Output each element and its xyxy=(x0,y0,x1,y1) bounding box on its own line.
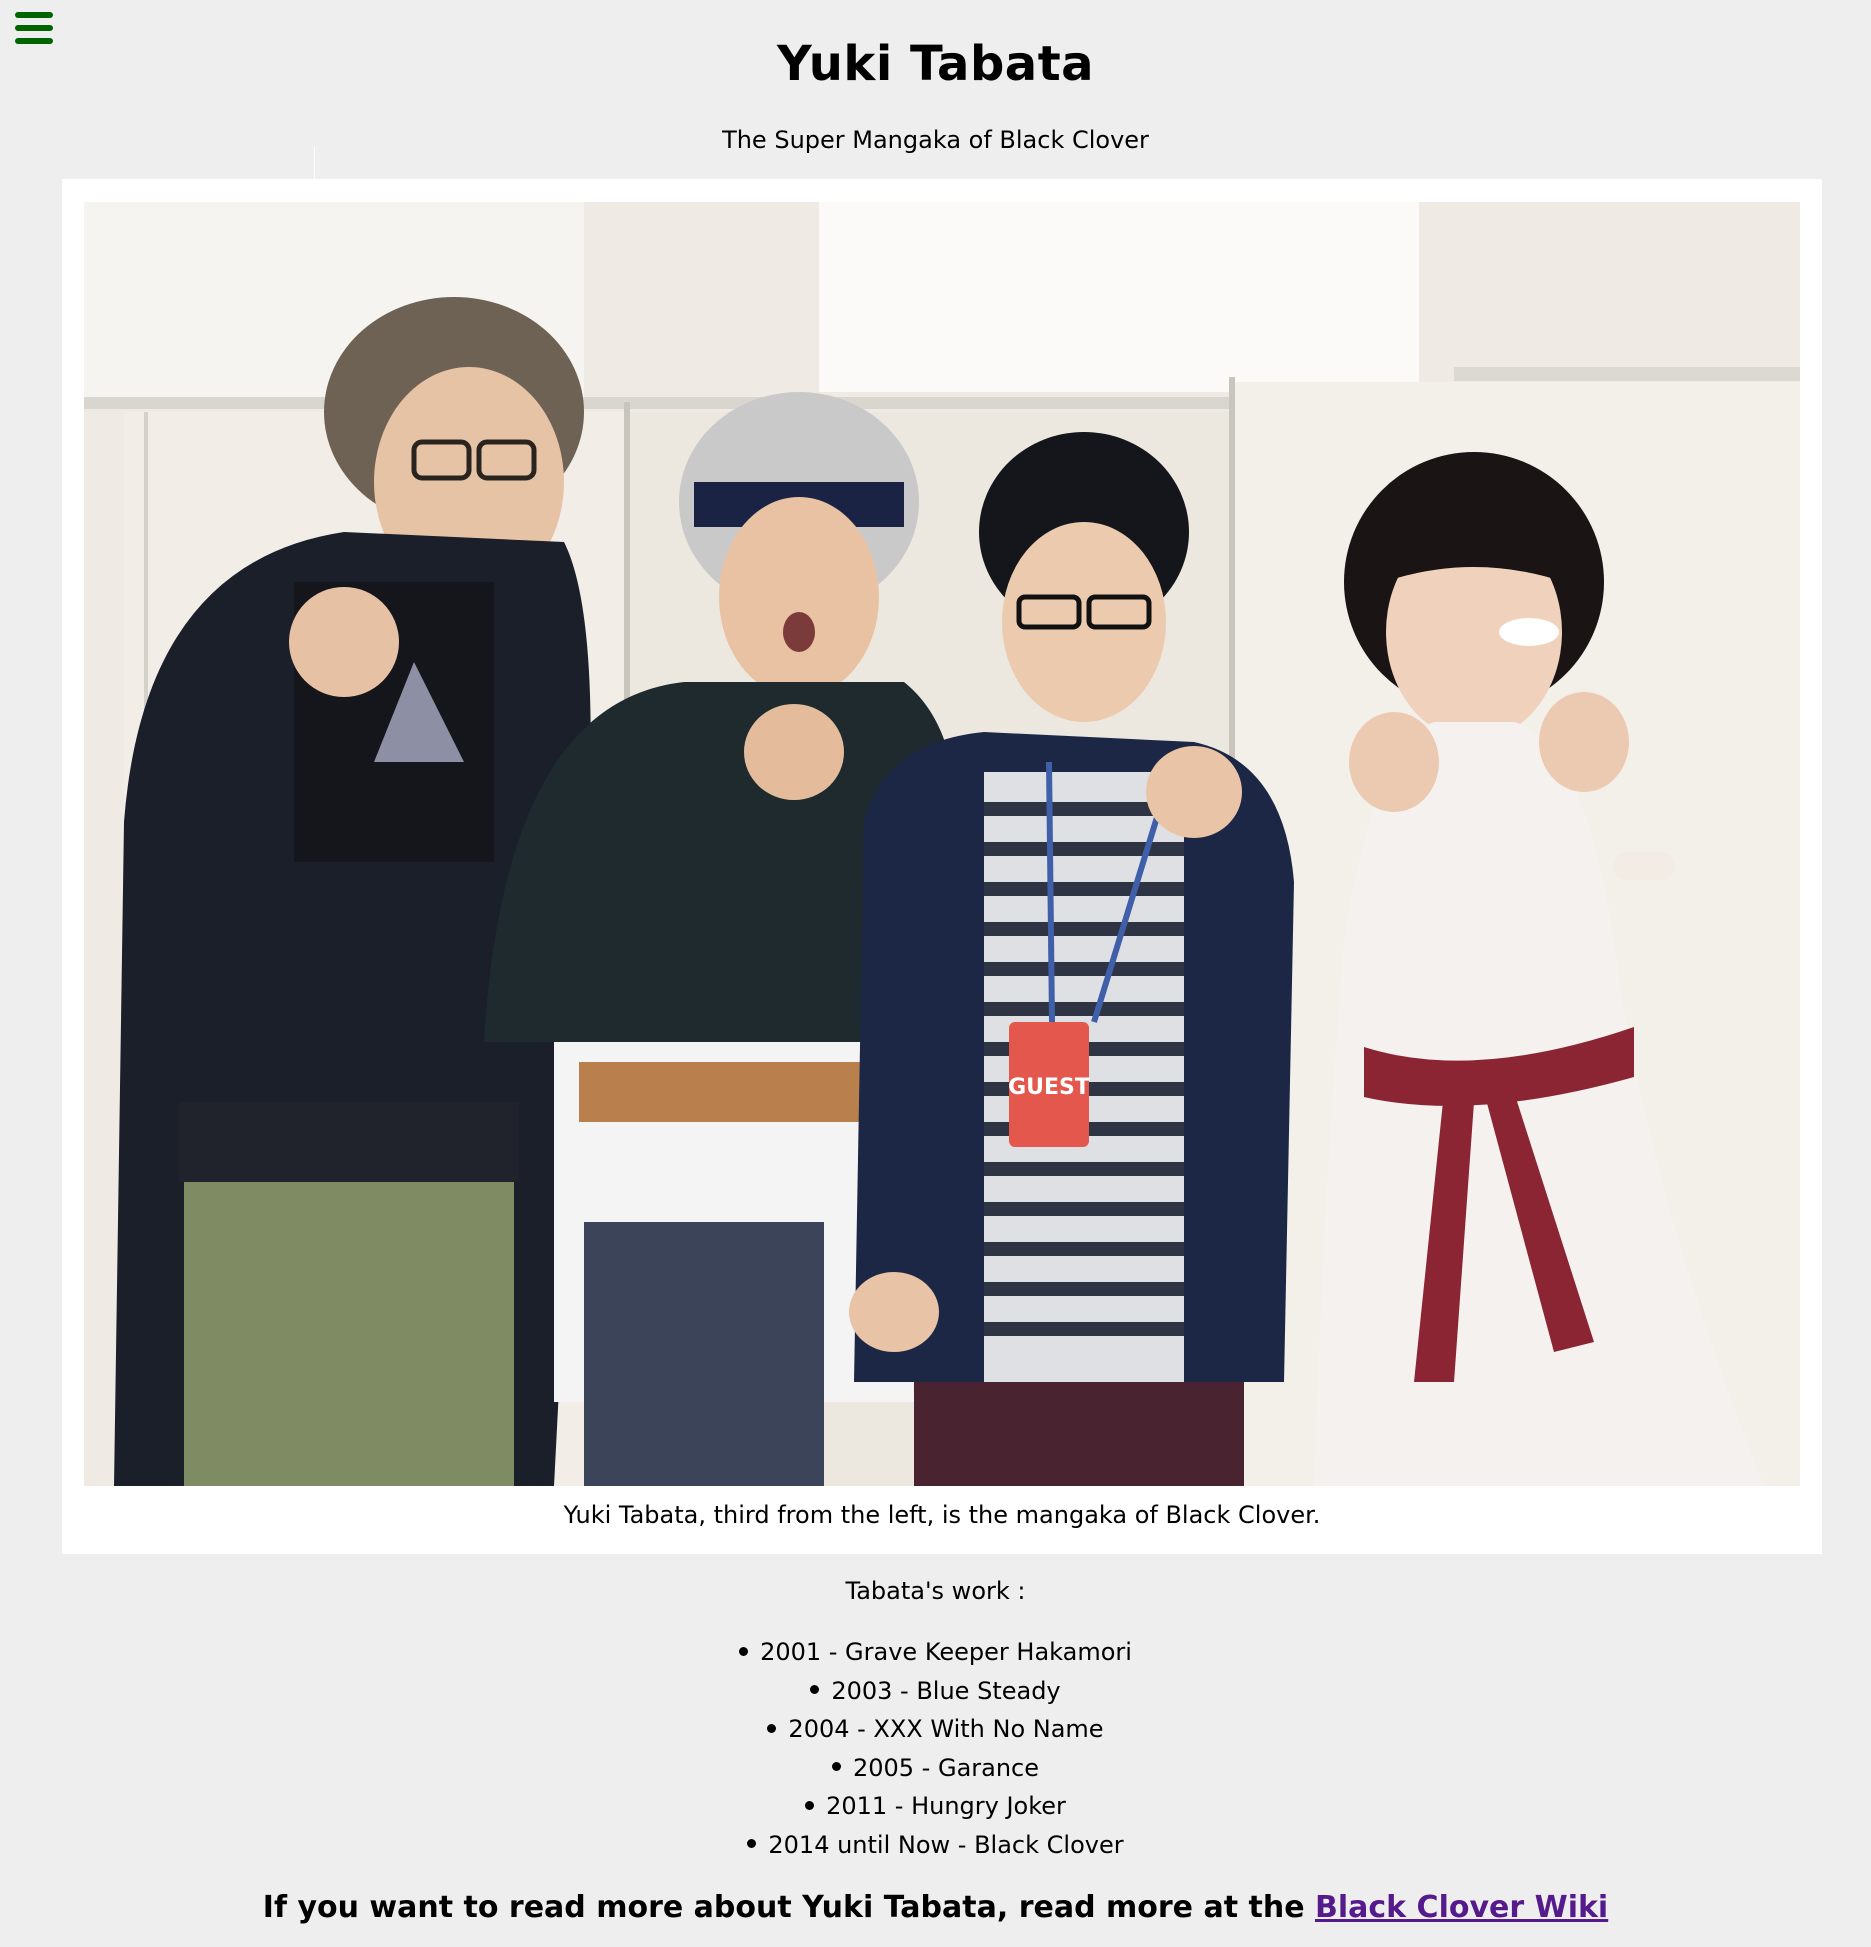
page-subtitle: The Super Mangaka of Black Clover xyxy=(722,126,1149,154)
footer-prompt: If you want to read more about Yuki Taba… xyxy=(262,1890,1315,1925)
guest-badge-text: GUEST xyxy=(1008,1075,1090,1100)
works-list: 2001 - Grave Keeper Hakamori 2003 - Blue… xyxy=(0,1633,1871,1864)
page-title: Yuki Tabata xyxy=(776,36,1095,92)
list-item: 2001 - Grave Keeper Hakamori xyxy=(0,1633,1871,1672)
page: Yuki Tabata The Super Mangaka of Black C… xyxy=(0,0,1871,1947)
list-item: 2011 - Hungry Joker xyxy=(0,1787,1871,1826)
list-item-label: 2014 until Now - Black Clover xyxy=(768,1830,1124,1859)
list-item-label: 2001 - Grave Keeper Hakamori xyxy=(760,1638,1132,1666)
bullet-icon xyxy=(810,1685,820,1694)
list-item-label: 2004 - XXX With No Name xyxy=(788,1715,1104,1743)
list-item: 2014 until Now - Black Clover xyxy=(0,1826,1871,1865)
bullet-icon xyxy=(747,1839,757,1848)
bullet-icon xyxy=(805,1800,815,1810)
list-item: 2003 - Blue Steady xyxy=(0,1672,1871,1711)
photo-caption: Yuki Tabata, third from the left, is the… xyxy=(563,1501,1321,1529)
bullet-icon xyxy=(767,1723,777,1733)
photo-card: GUEST Yuki Tabata, third from the left, … xyxy=(62,179,1822,1554)
group-photo: GUEST xyxy=(84,202,1800,1486)
list-item: 2004 - XXX With No Name xyxy=(0,1710,1871,1749)
group-photo-illustration: GUEST xyxy=(84,202,1800,1486)
footer-text: If you want to read more about Yuki Taba… xyxy=(0,1890,1871,1925)
list-item-label: 2003 - Blue Steady xyxy=(831,1676,1061,1705)
list-item-label: 2011 - Hungry Joker xyxy=(826,1792,1066,1820)
works-heading: Tabata's work : xyxy=(845,1577,1026,1605)
list-item-label: 2005 - Garance xyxy=(852,1753,1040,1782)
black-clover-wiki-link[interactable]: Black Clover Wiki xyxy=(1315,1890,1608,1925)
bullet-icon xyxy=(739,1646,749,1656)
bullet-icon xyxy=(831,1762,841,1771)
list-item: 2005 - Garance xyxy=(0,1749,1871,1788)
